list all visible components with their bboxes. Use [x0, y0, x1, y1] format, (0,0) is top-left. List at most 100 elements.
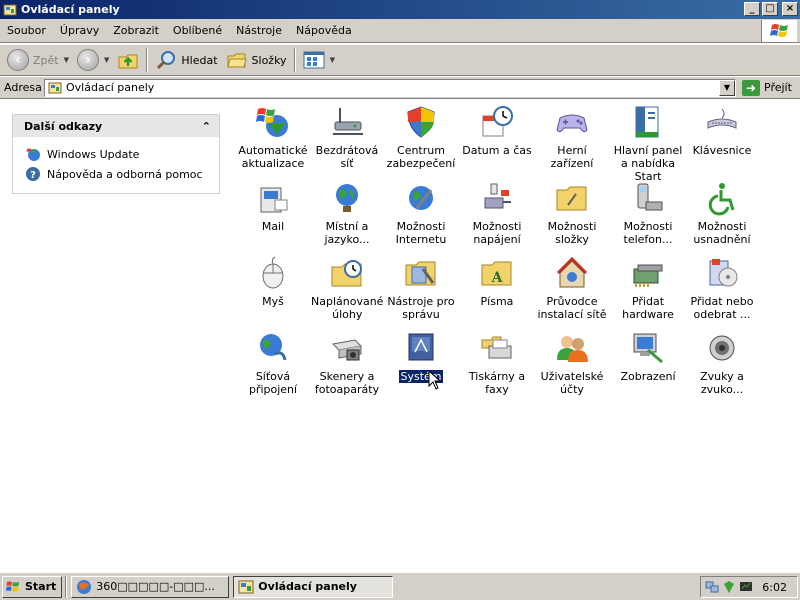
cp-item-user-accounts[interactable]: Uživatelské účty [535, 330, 609, 396]
cp-item-administrative-tools[interactable]: Nástroje pro správu [384, 255, 458, 321]
task-label: 360□□□□□-□□□... [96, 580, 215, 593]
item-label: Přidat hardware [622, 295, 674, 321]
display-icon [633, 333, 663, 364]
address-value: Ovládací panely [66, 81, 155, 94]
views-icon [303, 51, 325, 69]
cp-item-game-controllers[interactable]: Herní zařízení [535, 104, 609, 170]
cp-item-scheduled-tasks[interactable]: Naplánované úlohy [310, 255, 384, 321]
taskbar: Start 360□□□□□-□□□... Ovládací panely 6:… [0, 572, 800, 600]
taskbar-button-control-panel[interactable]: Ovládací panely [233, 575, 394, 598]
toolbar-separator [146, 48, 149, 72]
clock[interactable]: 6:02 [762, 581, 787, 594]
address-bar: Adresa Ovládací panely ▼ ➜ Přejít [0, 77, 800, 99]
cp-item-taskbar-start-menu[interactable]: Hlavní panel a nabídka Start [611, 104, 685, 183]
menu-help[interactable]: Nápověda [289, 24, 359, 37]
cp-item-date-time[interactable]: Datum a čas [460, 104, 534, 157]
item-label: Možnosti telefon... [623, 220, 673, 246]
title-bar[interactable]: Ovládací panely _ □ × [0, 0, 800, 19]
item-label: Možnosti napájení [472, 220, 522, 246]
up-button[interactable] [113, 47, 143, 73]
cp-item-fonts[interactable]: A Písma [460, 255, 534, 308]
cp-item-phone-modem[interactable]: Možnosti telefon... [611, 180, 685, 246]
cp-item-add-hardware[interactable]: Přidat hardware [611, 255, 685, 321]
cp-item-wireless-network[interactable]: Bezdrátová síť [310, 104, 384, 170]
user-accounts-icon [557, 336, 588, 362]
item-label: Klávesnice [692, 144, 752, 157]
windows-logo-icon [761, 20, 797, 42]
link-label: Windows Update [47, 147, 140, 161]
chevron-down-icon[interactable]: ▼ [64, 56, 69, 64]
system-icon [408, 333, 434, 361]
sounds-audio-icon [709, 335, 735, 361]
close-button[interactable]: × [782, 2, 798, 16]
svg-text:A: A [491, 270, 504, 286]
go-button[interactable]: ➜ Přejít [742, 79, 792, 96]
search-button[interactable]: Hledat [151, 47, 221, 73]
cp-item-sounds-audio[interactable]: Zvuky a zvuko... [685, 330, 759, 396]
cp-item-network-connections[interactable]: Síťová připojení [236, 330, 310, 396]
forward-arrow-icon: › [77, 49, 99, 71]
cp-item-keyboard[interactable]: Klávesnice [685, 104, 759, 157]
cp-item-security-center[interactable]: Centrum zabezpečení [384, 104, 458, 170]
other-places-panel: Další odkazy ⌃ Windows Update ? Nápověda… [12, 114, 220, 194]
cp-item-scanners-cameras[interactable]: Skenery a fotoaparáty [310, 330, 384, 396]
forward-button[interactable]: › ▼ [73, 47, 113, 73]
regional-language-icon [336, 184, 358, 212]
item-label: Uživatelské účty [540, 370, 604, 396]
cp-item-accessibility[interactable]: Možnosti usnadnění [685, 180, 759, 246]
content-area: Další odkazy ⌃ Windows Update ? Nápověda… [0, 100, 800, 572]
browser-icon [77, 579, 92, 594]
cp-item-display[interactable]: Zobrazení [611, 330, 685, 383]
network-tray-icon[interactable] [705, 580, 719, 594]
menu-favorites[interactable]: Oblíbené [166, 24, 229, 37]
cp-item-mouse[interactable]: Myš [236, 255, 310, 308]
cp-item-internet-options[interactable]: Možnosti Internetu [384, 180, 458, 246]
minimize-button[interactable]: _ [744, 2, 760, 16]
chevron-down-icon[interactable]: ▼ [330, 56, 335, 64]
taskbar-start-menu-icon [635, 106, 659, 138]
menu-tools[interactable]: Nástroje [229, 24, 289, 37]
folders-button[interactable]: Složky [222, 47, 291, 73]
cp-item-add-remove-programs[interactable]: Přidat nebo odebrat ... [685, 255, 759, 321]
security-tray-icon[interactable] [722, 580, 736, 594]
link-help-support[interactable]: ? Nápověda a odborná pomoc [25, 164, 219, 184]
start-button[interactable]: Start [2, 575, 63, 598]
monitor-tray-icon[interactable] [739, 580, 753, 594]
panel-header[interactable]: Další odkazy ⌃ [13, 115, 219, 137]
mail-icon [260, 187, 288, 213]
item-label: Písma [480, 295, 514, 308]
link-windows-update[interactable]: Windows Update [25, 144, 219, 164]
cp-item-network-setup-wizard[interactable]: Průvodce instalací sítě [535, 255, 609, 321]
cp-item-automatic-updates[interactable]: Automatické aktualizace [236, 104, 310, 170]
search-label: Hledat [181, 53, 218, 67]
cp-item-folder-options[interactable]: Možnosti složky [535, 180, 609, 246]
menu-edit[interactable]: Úpravy [53, 24, 106, 37]
address-dropdown-button[interactable]: ▼ [719, 79, 735, 96]
collapse-icon[interactable]: ⌃ [202, 120, 211, 133]
link-label: Nápověda a odborná pomoc [47, 167, 203, 181]
chevron-down-icon[interactable]: ▼ [104, 56, 109, 64]
cp-item-power-options[interactable]: Možnosti napájení [460, 180, 534, 246]
menu-view[interactable]: Zobrazit [106, 24, 166, 37]
cp-item-printers-faxes[interactable]: Tiskárny a faxy [460, 330, 534, 396]
back-button[interactable]: ‹ Zpět ▼ [3, 47, 73, 73]
network-setup-wizard-icon [556, 256, 588, 288]
taskbar-separator [65, 575, 68, 598]
item-label: Nástroje pro správu [387, 295, 455, 321]
taskbar-button-browser[interactable]: 360□□□□□-□□□... [71, 575, 230, 598]
cp-item-mail[interactable]: Mail [236, 180, 310, 233]
start-label: Start [25, 580, 57, 593]
cp-item-regional-language[interactable]: Místní a jazyko... [310, 180, 384, 246]
go-arrow-icon: ➜ [742, 79, 760, 96]
search-icon [157, 51, 176, 70]
maximize-button[interactable]: □ [762, 2, 778, 16]
network-connections-icon [260, 334, 287, 361]
help-icon: ? [26, 167, 40, 181]
views-button[interactable]: ▼ [299, 47, 339, 73]
item-label: Naplánované úlohy [311, 295, 384, 321]
automatic-updates-icon [256, 108, 288, 137]
menu-file[interactable]: Soubor [0, 24, 53, 37]
cp-item-system[interactable]: Systém [384, 330, 458, 383]
address-input[interactable]: Ovládací panely ▼ [44, 78, 736, 97]
keyboard-icon [707, 108, 737, 129]
